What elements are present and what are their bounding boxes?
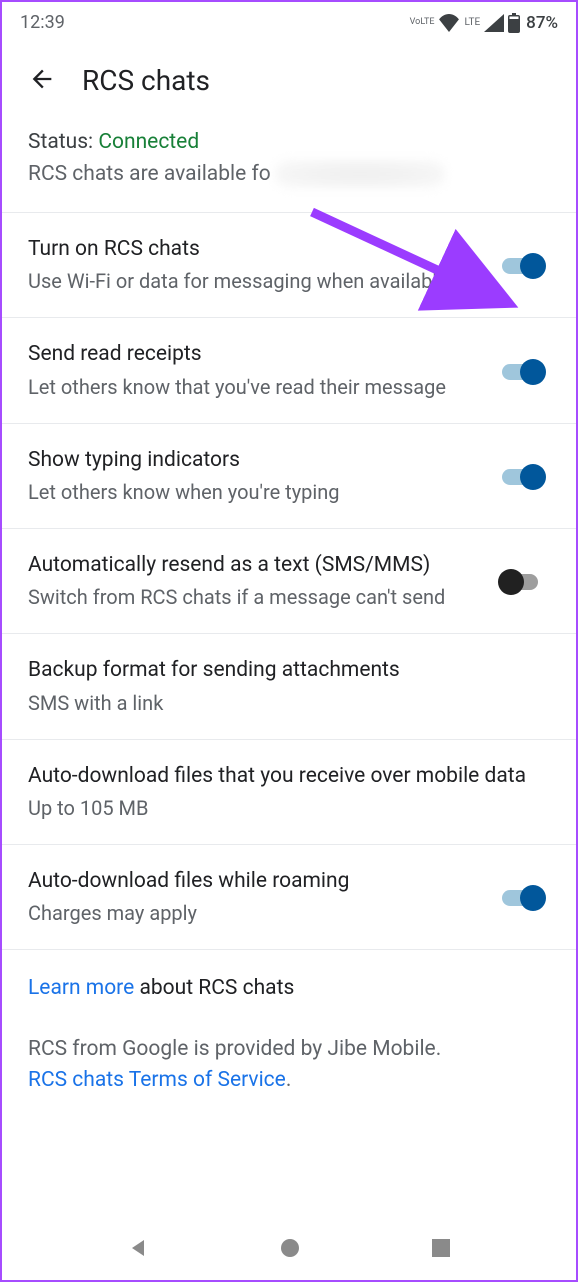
battery-icon xyxy=(508,13,520,33)
row-typing-indicators[interactable]: Show typing indicators Let others know w… xyxy=(2,424,576,529)
wifi-icon xyxy=(438,14,460,32)
row-turn-on-rcs[interactable]: Turn on RCS chats Use Wi-Fi or data for … xyxy=(2,213,576,318)
nav-recent-button[interactable] xyxy=(424,1231,458,1268)
clock: 12:39 xyxy=(20,12,65,33)
navigation-bar xyxy=(2,1218,576,1280)
row-read-receipts[interactable]: Send read receipts Let others know that … xyxy=(2,318,576,423)
row-auto-download-roaming[interactable]: Auto-download files while roaming Charge… xyxy=(2,845,576,950)
toggle-auto-resend[interactable] xyxy=(502,567,550,595)
tos-link[interactable]: RCS chats Terms of Service xyxy=(28,1068,286,1092)
rcs-status-label: Status: xyxy=(28,130,98,154)
row-title: Auto-download files while roaming xyxy=(28,867,482,895)
row-backup-format[interactable]: Backup format for sending attachments SM… xyxy=(2,634,576,739)
rcs-status-line: Status: Connected xyxy=(28,130,550,154)
row-subtitle: SMS with a link xyxy=(28,690,550,717)
row-title: Automatically resend as a text (SMS/MMS) xyxy=(28,551,482,579)
row-subtitle: Let others know that you've read their m… xyxy=(28,374,482,401)
row-auto-resend[interactable]: Automatically resend as a text (SMS/MMS)… xyxy=(2,529,576,634)
status-icons: VoLTE LTE 87% xyxy=(410,13,558,33)
learn-more-link[interactable]: Learn more xyxy=(28,976,134,1000)
rcs-status-subtitle: RCS chats are available fo xyxy=(28,160,550,188)
row-title: Send read receipts xyxy=(28,340,482,368)
row-subtitle: Use Wi-Fi or data for messaging when ava… xyxy=(28,268,482,295)
rcs-status-block: Status: Connected RCS chats are availabl… xyxy=(2,130,576,213)
battery-percentage: 87% xyxy=(526,13,558,33)
nav-home-button[interactable] xyxy=(272,1230,308,1269)
row-title: Turn on RCS chats xyxy=(28,235,482,263)
toggle-roaming-download[interactable] xyxy=(502,883,550,911)
volte-icon: VoLTE xyxy=(410,18,435,27)
arrow-back-icon xyxy=(28,65,56,93)
redacted-content xyxy=(275,160,445,188)
row-subtitle: Charges may apply xyxy=(28,900,482,927)
signal-icon xyxy=(484,14,504,32)
app-bar: RCS chats xyxy=(2,39,576,130)
lte-label: LTE xyxy=(464,17,480,28)
status-bar: 12:39 VoLTE LTE 87% xyxy=(2,2,576,39)
about-text: about RCS chats xyxy=(134,976,294,1000)
footer-block: Learn more about RCS chats RCS from Goog… xyxy=(2,950,576,1125)
row-title: Auto-download files that you receive ove… xyxy=(28,762,550,790)
circle-home-icon xyxy=(278,1236,302,1260)
provider-text: RCS from Google is provided by Jibe Mobi… xyxy=(28,1037,441,1061)
row-subtitle: Let others know when you're typing xyxy=(28,479,482,506)
row-title: Show typing indicators xyxy=(28,446,482,474)
page-title: RCS chats xyxy=(82,64,210,97)
back-button[interactable] xyxy=(24,61,60,100)
row-subtitle: Up to 105 MB xyxy=(28,795,550,822)
row-subtitle: Switch from RCS chats if a message can't… xyxy=(28,584,482,611)
rcs-status-value: Connected xyxy=(98,130,199,154)
row-title: Backup format for sending attachments xyxy=(28,656,550,684)
nav-back-button[interactable] xyxy=(120,1230,156,1269)
row-auto-download-data[interactable]: Auto-download files that you receive ove… xyxy=(2,740,576,845)
square-recent-icon xyxy=(430,1237,452,1259)
toggle-typing[interactable] xyxy=(502,462,550,490)
triangle-back-icon xyxy=(126,1236,150,1260)
toggle-rcs[interactable] xyxy=(502,251,550,279)
toggle-read-receipts[interactable] xyxy=(502,357,550,385)
